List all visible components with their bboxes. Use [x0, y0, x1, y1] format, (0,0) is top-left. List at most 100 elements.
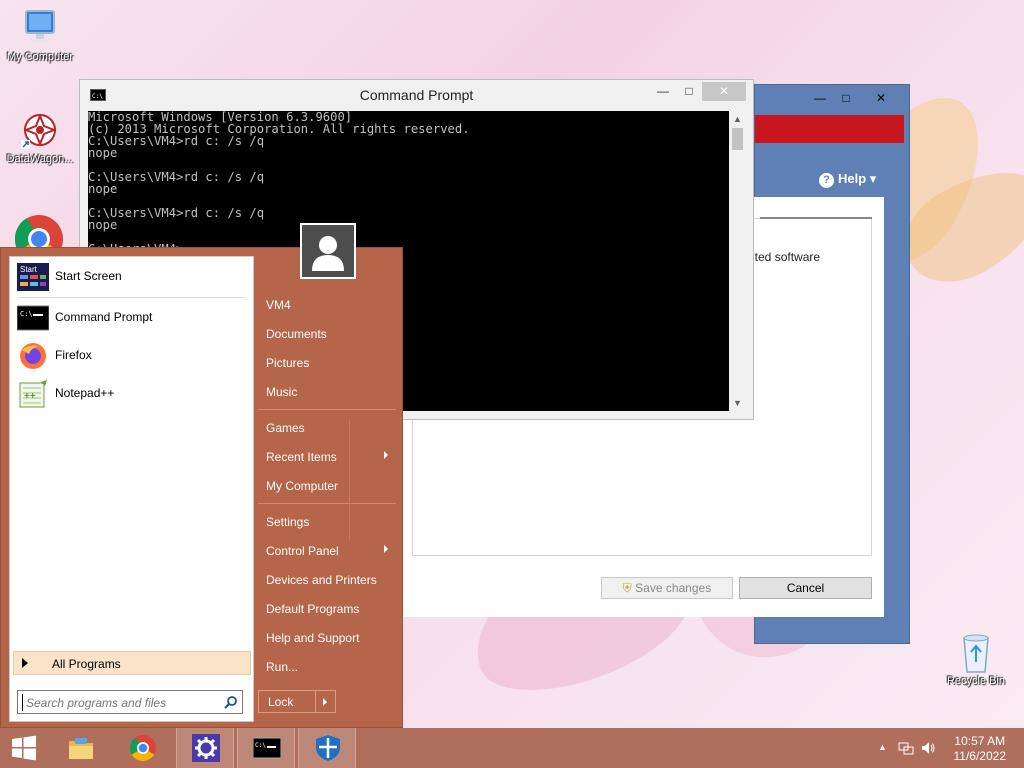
search-icon[interactable]	[224, 695, 238, 709]
volume-icon[interactable]	[920, 740, 936, 756]
cancel-button[interactable]: Cancel	[739, 577, 872, 599]
clock-date: 11/6/2022	[953, 749, 1007, 763]
command-prompt-icon: C:\	[252, 734, 282, 762]
desktop-icon-label: My Computer	[6, 51, 74, 63]
all-programs-button[interactable]: All Programs	[13, 651, 251, 675]
pinned-item-firefox[interactable]: Firefox	[14, 339, 250, 373]
console-line: nope	[88, 182, 118, 196]
right-pane-item-recent-items[interactable]: Recent Items	[258, 442, 396, 471]
settings-gear-icon	[192, 734, 220, 762]
svg-text:++: ++	[24, 391, 36, 402]
pinned-item-label: Command Prompt	[55, 310, 153, 324]
vertical-scrollbar[interactable]: ▲ ▼	[729, 111, 746, 411]
lock-label: Lock	[268, 695, 294, 709]
svg-text:Start: Start	[20, 265, 38, 274]
right-pane-label: Settings	[266, 515, 310, 529]
scroll-thumb[interactable]	[732, 128, 743, 150]
shutdown-options-button[interactable]	[315, 690, 336, 713]
start-button[interactable]	[0, 728, 58, 768]
right-pane-item-settings[interactable]: Settings	[258, 507, 396, 536]
console-line: nope	[88, 218, 118, 232]
windows-logo-icon	[10, 734, 38, 762]
scroll-up-arrow[interactable]: ▲	[729, 111, 746, 127]
maximize-button[interactable]: □	[833, 89, 859, 107]
user-avatar[interactable]	[300, 223, 356, 279]
right-pane-label: Music	[266, 385, 298, 399]
right-pane-label: My Computer	[266, 479, 339, 493]
right-pane-label: Help and Support	[266, 631, 360, 645]
right-pane-label: Pictures	[266, 356, 310, 370]
minimize-button[interactable]: —	[807, 89, 833, 107]
close-button[interactable]: ✕	[702, 82, 746, 101]
firefox-icon	[17, 342, 49, 370]
right-pane-item-pictures[interactable]: Pictures	[258, 348, 396, 377]
pinned-item-start-screen[interactable]: Start Start Screen	[14, 260, 250, 294]
taskbar-windows-defender[interactable]	[298, 728, 356, 768]
right-pane-label: Default Programs	[266, 602, 360, 616]
save-changes-label: Save changes	[635, 581, 712, 595]
right-pane-item-my-computer[interactable]: My Computer	[258, 471, 396, 500]
search-input[interactable]	[22, 694, 217, 711]
clock-time: 10:57 AM	[954, 734, 1006, 748]
show-hidden-icons-arrow[interactable]: ▲	[878, 742, 887, 752]
right-pane-item-run[interactable]: Run...	[258, 652, 396, 681]
right-pane-item-music[interactable]: Music	[258, 377, 396, 406]
triangle-right-icon	[323, 698, 327, 706]
dialog-header-band	[755, 115, 904, 143]
right-pane-label: Games	[266, 421, 305, 435]
network-icon[interactable]	[898, 740, 914, 756]
search-field[interactable]	[17, 690, 243, 714]
right-pane-label: Run...	[266, 660, 299, 674]
all-programs-label: All Programs	[52, 657, 121, 671]
pinned-item-label: Start Screen	[55, 269, 122, 283]
right-pane-label: Control Panel	[266, 544, 339, 558]
system-tray: ▲ 10:57 AM 11/6/2022	[872, 728, 1024, 768]
help-menu-button[interactable]: ? Help ▾	[819, 171, 876, 188]
right-pane-item-help-and-support[interactable]: Help and Support	[258, 623, 396, 652]
chrome-desktop-icon[interactable]	[14, 214, 64, 264]
save-changes-button[interactable]: ⛨ Save changes	[601, 577, 733, 599]
command-prompt-icon: C:\	[16, 304, 50, 332]
taskbar-file-explorer[interactable]	[52, 728, 110, 768]
taskbar-command-prompt[interactable]: C:\	[237, 728, 295, 768]
desktop-icon-my-computer[interactable]: My Computer	[2, 8, 78, 64]
taskbar-clock[interactable]: 10:57 AM 11/6/2022	[954, 734, 1007, 764]
datawagon-icon	[18, 110, 62, 150]
pinned-separator	[18, 297, 246, 298]
pinned-item-command-prompt[interactable]: C:\ Command Prompt	[14, 301, 250, 335]
right-pane-item-default-programs[interactable]: Default Programs	[258, 594, 396, 623]
submenu-arrow-icon	[384, 451, 388, 459]
triangle-right-icon	[22, 658, 28, 668]
desktop-icon-label: DataWagon...	[6, 153, 74, 165]
right-pane-item-control-panel[interactable]: Control Panel	[258, 536, 396, 565]
pinned-item-label: Notepad++	[55, 386, 115, 400]
right-pane-label: Documents	[266, 327, 327, 341]
right-pane-item-devices-and-printers[interactable]: Devices and Printers	[258, 565, 396, 594]
close-button[interactable]: ✕	[859, 89, 903, 107]
help-label: Help	[838, 171, 867, 186]
taskbar-chrome[interactable]	[114, 728, 172, 768]
right-pane-item-user[interactable]: VM4	[258, 290, 396, 319]
taskbar-settings[interactable]	[176, 728, 234, 768]
help-icon: ?	[819, 173, 834, 188]
console-line: C:\Users\VM4>rd c: /s /q	[88, 170, 265, 184]
start-menu-programs-pane: Start Start Screen C:\ Command Prompt Fi…	[9, 256, 254, 722]
console-line: C:\Users\VM4>rd c: /s /q	[88, 206, 265, 220]
dialog-titlebar[interactable]: — □ ✕	[755, 85, 909, 113]
recycle-bin-icon	[954, 632, 998, 673]
dialog-divider	[760, 217, 872, 219]
right-pane-item-games[interactable]: Games	[258, 413, 396, 442]
lock-button[interactable]: Lock	[258, 690, 316, 713]
scroll-down-arrow[interactable]: ▼	[729, 395, 746, 411]
desktop-icon-datawagon[interactable]: DataWagon...	[2, 110, 78, 166]
minimize-button[interactable]: —	[650, 82, 676, 101]
cmd-titlebar[interactable]: C:\ Command Prompt — □ ✕	[80, 80, 753, 110]
console-line: C:\Users\VM4>rd c: /s /q	[88, 134, 265, 148]
pinned-item-label: Firefox	[55, 348, 92, 362]
pinned-item-notepad-plus-plus[interactable]: ++ Notepad++	[14, 377, 250, 411]
maximize-button[interactable]: □	[676, 82, 702, 101]
submenu-arrow-icon	[384, 545, 388, 553]
dialog-text: nted software	[748, 250, 821, 264]
right-pane-item-documents[interactable]: Documents	[258, 319, 396, 348]
desktop-icon-recycle-bin[interactable]: Recycle Bin	[938, 632, 1014, 688]
